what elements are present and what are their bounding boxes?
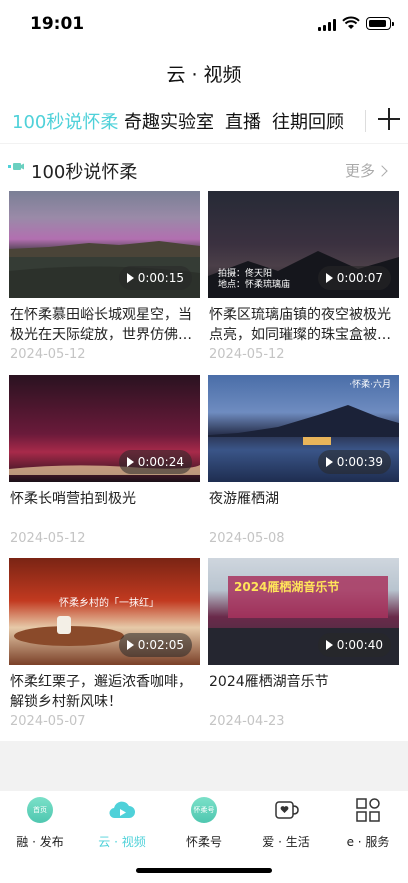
thumbnail-caption: ·怀柔·六月: [349, 380, 391, 390]
chevron-right-icon: [376, 165, 388, 177]
play-icon: [325, 640, 333, 650]
nav-label: 爱 · 生活: [262, 835, 310, 849]
duration-text: 0:02:05: [137, 638, 184, 652]
nav-label: 云 · 视频: [98, 835, 146, 849]
life-heart-icon: [275, 801, 299, 819]
more-link[interactable]: 更多: [344, 160, 388, 181]
add-channel-plus-icon[interactable]: [378, 108, 400, 130]
status-bar: 19:01: [0, 0, 408, 48]
huairou-hao-icon: 怀柔号: [191, 797, 217, 823]
duration-text: 0:00:39: [336, 455, 383, 469]
video-date: 2024-05-12: [209, 347, 285, 362]
play-icon: [325, 457, 333, 467]
duration-text: 0:00:24: [137, 455, 184, 469]
video-date: 2024-05-12: [10, 347, 86, 362]
duration-badge: 0:00:39: [317, 450, 391, 474]
cellular-signal-icon: [318, 19, 338, 31]
video-thumbnail: 拍摄：佟天阳 地点：怀柔琉璃庙 0:00:07: [208, 191, 399, 298]
video-date: 2024-05-12: [10, 531, 86, 546]
video-thumbnail: 怀柔乡村的「一抹红」 0:02:05: [9, 558, 200, 665]
video-date: 2024-05-08: [209, 531, 285, 546]
duration-text: 0:00:15: [137, 271, 184, 285]
duration-badge: 0:00:07: [317, 266, 391, 290]
nav-e-service[interactable]: e · 服务: [333, 797, 403, 849]
home-indicator[interactable]: [136, 868, 272, 873]
category-tabs: 100秒说怀柔 奇趣实验室 直播 往期回顾: [0, 100, 408, 142]
section-header: 100秒说怀柔 更多: [0, 152, 408, 186]
publish-icon: 首页: [27, 797, 53, 823]
tab-past-review[interactable]: 往期回顾: [272, 108, 344, 134]
video-card[interactable]: 拍摄：佟天阳 地点：怀柔琉璃庙 0:00:07 怀柔区琉璃庙镇的夜空被极光点亮，…: [208, 191, 399, 369]
nav-publish[interactable]: 首页 融 · 发布: [5, 797, 75, 849]
duration-badge: 0:00:24: [118, 450, 192, 474]
nav-label: e · 服务: [346, 835, 390, 849]
video-thumbnail: ·怀柔·六月 0:00:39: [208, 375, 399, 482]
battery-icon: [366, 17, 394, 30]
duration-badge: 0:00:40: [317, 633, 391, 657]
nav-huairou-hao[interactable]: 怀柔号 怀柔号: [169, 797, 239, 849]
video-date: 2024-05-07: [10, 714, 86, 729]
tab-divider: [365, 110, 366, 132]
wifi-icon: [342, 16, 360, 29]
video-title: 怀柔红栗子，邂逅浓香咖啡，解锁乡村新风味！: [10, 674, 192, 710]
play-icon: [126, 457, 134, 467]
tabs-divider-line: [0, 143, 408, 144]
play-icon: [325, 273, 333, 283]
video-title: 在怀柔慕田峪长城观星空，当极光在天际绽放，世界仿佛…: [10, 307, 192, 343]
video-card[interactable]: 怀柔乡村的「一抹红」 0:02:05 怀柔红栗子，邂逅浓香咖啡，解锁乡村新风味！…: [9, 558, 200, 736]
video-card[interactable]: ·怀柔·六月 0:00:39 夜游雁栖湖 2024-05-08: [208, 375, 399, 553]
duration-badge: 0:00:15: [118, 266, 192, 290]
tab-100-seconds[interactable]: 100秒说怀柔: [12, 108, 118, 134]
service-grid-icon: [356, 798, 380, 822]
tab-fun-lab[interactable]: 奇趣实验室: [124, 108, 214, 134]
play-icon: [126, 640, 134, 650]
video-card[interactable]: 2024雁栖湖音乐节 0:00:40 2024雁栖湖音乐节 2024-04-23: [208, 558, 399, 736]
duration-text: 0:00:40: [336, 638, 383, 652]
video-title: 怀柔区琉璃庙镇的夜空被极光点亮，如同璀璨的珠宝盒被…: [209, 307, 391, 343]
status-time: 19:01: [30, 14, 85, 34]
video-thumbnail: 0:00:24: [9, 375, 200, 482]
video-thumbnail: 2024雁栖湖音乐节 0:00:40: [208, 558, 399, 665]
section-title: 100秒说怀柔: [31, 162, 138, 183]
content-end-spacer: [0, 741, 408, 791]
more-label: 更多: [344, 162, 375, 180]
thumbnail-caption: 拍摄：佟天阳 地点：怀柔琉璃庙: [218, 269, 291, 290]
nav-label: 怀柔号: [185, 835, 222, 849]
tab-live[interactable]: 直播: [225, 108, 261, 134]
video-thumbnail: 0:00:15: [9, 191, 200, 298]
thumbnail-caption: 2024雁栖湖音乐节: [234, 580, 340, 594]
video-card[interactable]: 0:00:15 在怀柔慕田峪长城观星空，当极光在天际绽放，世界仿佛… 2024-…: [9, 191, 200, 369]
nav-cloud-video[interactable]: 云 · 视频: [87, 797, 157, 849]
thumbnail-caption: 怀柔乡村的「一抹红」: [59, 598, 159, 609]
video-cloud-icon: [109, 801, 135, 819]
page-title: 云 · 视频: [166, 64, 242, 86]
play-icon: [126, 273, 134, 283]
duration-badge: 0:02:05: [118, 633, 192, 657]
video-title: 2024雁栖湖音乐节: [209, 674, 329, 690]
duration-text: 0:00:07: [336, 271, 383, 285]
section-camera-icon: [8, 163, 24, 170]
nav-love-life[interactable]: 爱 · 生活: [251, 797, 321, 849]
video-title: 怀柔长哨营拍到极光: [10, 491, 136, 507]
nav-label: 融 · 发布: [16, 835, 64, 849]
video-card[interactable]: 0:00:24 怀柔长哨营拍到极光 2024-05-12: [9, 375, 200, 553]
video-title: 夜游雁栖湖: [209, 491, 279, 507]
video-date: 2024-04-23: [209, 714, 285, 729]
